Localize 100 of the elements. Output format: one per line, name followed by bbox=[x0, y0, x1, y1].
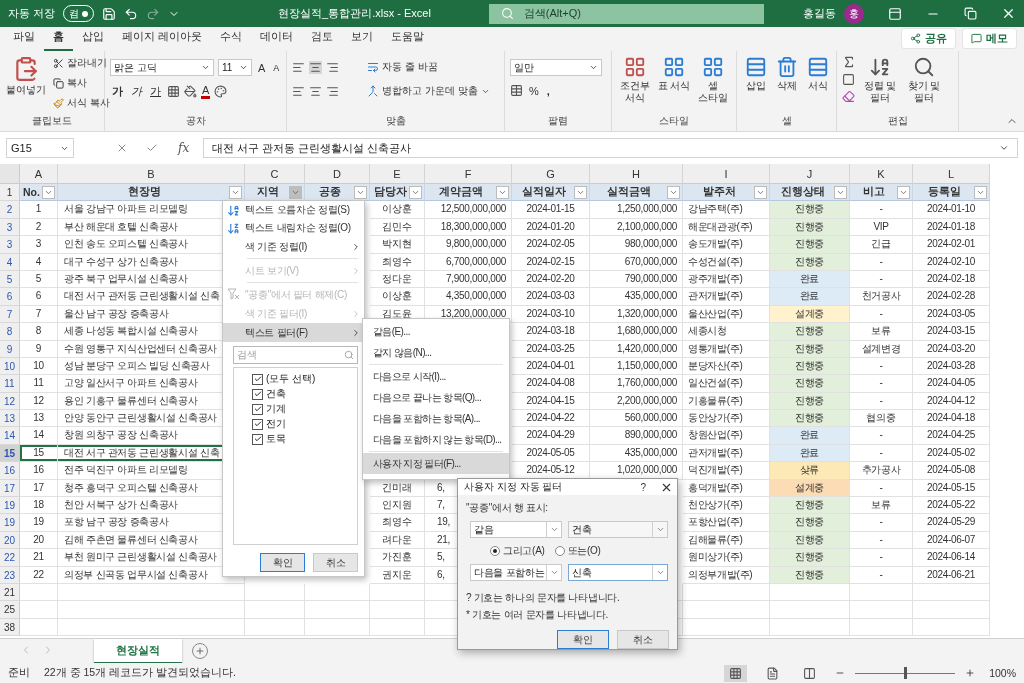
filter-button[interactable] bbox=[496, 186, 509, 199]
percent-button[interactable]: % bbox=[527, 84, 541, 97]
user-avatar[interactable]: 홍 bbox=[844, 3, 864, 24]
row-header[interactable]: 19 bbox=[0, 497, 20, 515]
column-header[interactable]: G bbox=[512, 164, 590, 184]
ribbon-tab[interactable]: 도움말 bbox=[382, 29, 434, 51]
menu-item[interactable]: 사용자 지정 필터(F)... bbox=[363, 453, 509, 474]
column-header[interactable]: J bbox=[770, 164, 850, 184]
cells-button[interactable]: 서식 bbox=[804, 55, 831, 93]
checkbox[interactable] bbox=[252, 388, 263, 400]
eraser-icon[interactable] bbox=[842, 90, 856, 103]
align-center-icon[interactable] bbox=[309, 84, 322, 98]
find-button[interactable]: 찾기 및 필터 bbox=[904, 55, 944, 105]
filter-button[interactable] bbox=[974, 186, 987, 199]
row-header[interactable]: 2 bbox=[0, 201, 20, 219]
name-box[interactable]: G15 bbox=[6, 138, 74, 158]
help-button[interactable]: ? bbox=[630, 481, 656, 493]
ribbon-tab[interactable]: 삽입 bbox=[73, 29, 113, 51]
filter-button[interactable] bbox=[354, 186, 367, 199]
filter-button[interactable] bbox=[754, 186, 767, 199]
row-header[interactable]: 25 bbox=[0, 601, 20, 619]
checkbox[interactable] bbox=[252, 373, 263, 385]
number-format-field[interactable]: 일만 bbox=[510, 59, 602, 76]
zoom-thumb[interactable] bbox=[904, 667, 908, 679]
row-header[interactable]: 16 bbox=[0, 462, 20, 480]
paste-button[interactable]: 붙여넣기 bbox=[5, 55, 47, 97]
column-header[interactable]: B bbox=[58, 164, 245, 184]
column-header[interactable]: K bbox=[850, 164, 913, 184]
styles-button[interactable]: 셀 스타일 bbox=[695, 55, 731, 105]
menu-item[interactable]: 다음으로 시작(I)... bbox=[363, 366, 509, 387]
grow-font-button[interactable]: A bbox=[256, 61, 268, 74]
filter-button[interactable] bbox=[667, 186, 680, 199]
bold-button[interactable]: 가 bbox=[110, 84, 125, 99]
comma-button[interactable]: , bbox=[544, 84, 552, 97]
ribbon-tab[interactable]: 파일 bbox=[4, 29, 44, 51]
menu-item[interactable]: 같음(E)... bbox=[363, 321, 509, 342]
shrink-font-button[interactable]: A bbox=[271, 62, 282, 73]
styles-button[interactable]: 조건부 서식 bbox=[617, 55, 653, 105]
search-field[interactable]: 검색(Alt+Q) bbox=[488, 3, 764, 24]
ribbon-tab[interactable]: 검토 bbox=[302, 29, 343, 51]
cut-button[interactable]: 잘라내기 bbox=[51, 55, 112, 71]
menu-item[interactable]: 텍스트 필터(F) bbox=[223, 323, 364, 342]
row-header[interactable]: 11 bbox=[0, 375, 20, 393]
wrap-text-button[interactable]: 자동 줄 바꿈 bbox=[365, 59, 440, 75]
checkbox[interactable] bbox=[252, 403, 263, 415]
operator-select[interactable]: 다음을 포함하는 bbox=[470, 564, 562, 581]
palette-icon[interactable] bbox=[214, 85, 228, 98]
menu-item[interactable]: 다음을 포함하는 항목(A)... bbox=[363, 408, 509, 429]
menu-item[interactable]: 다음을 포함하지 않는 항목(D)... bbox=[363, 429, 509, 450]
row-header[interactable]: 19 bbox=[0, 514, 20, 532]
align-top-icon[interactable] bbox=[292, 60, 305, 74]
styles-button[interactable]: 표 서식 bbox=[656, 55, 692, 93]
merge-center-button[interactable]: 병합하고 가운데 맞춤 bbox=[365, 83, 492, 99]
dialog-button[interactable]: 취소 bbox=[313, 553, 358, 572]
fill-color-icon[interactable] bbox=[184, 85, 197, 98]
radio-button[interactable] bbox=[490, 546, 500, 556]
close-icon[interactable] bbox=[1001, 6, 1016, 21]
column-header[interactable]: F bbox=[425, 164, 512, 184]
font-size-field[interactable]: 11 bbox=[218, 59, 252, 76]
align-bottom-icon[interactable] bbox=[326, 60, 339, 74]
row-header[interactable]: 22 bbox=[0, 549, 20, 567]
column-header[interactable]: I bbox=[683, 164, 770, 184]
save-icon[interactable] bbox=[102, 6, 117, 21]
align-left-icon[interactable] bbox=[292, 84, 305, 98]
ribbon-tab[interactable]: 데이터 bbox=[251, 29, 303, 51]
normal-view-icon[interactable] bbox=[724, 664, 748, 682]
sheet-tab[interactable]: 현장실적 bbox=[94, 639, 182, 664]
column-header[interactable]: C bbox=[245, 164, 305, 184]
autosum-icon[interactable] bbox=[842, 55, 856, 69]
comments-button[interactable]: 메모 bbox=[962, 28, 1017, 49]
align-middle-icon[interactable] bbox=[309, 60, 322, 74]
filter-button[interactable] bbox=[834, 186, 847, 199]
insert-function-label[interactable]: fx bbox=[170, 141, 198, 155]
copy-button[interactable]: 복사 bbox=[51, 75, 112, 91]
dialog-button[interactable]: 취소 bbox=[617, 630, 669, 649]
filter-button[interactable] bbox=[409, 186, 422, 199]
ribbon-tab[interactable]: 수식 bbox=[211, 29, 252, 51]
ribbon-display-icon[interactable] bbox=[888, 6, 902, 21]
sort-filter-button[interactable]: 정렬 및 필터 bbox=[860, 55, 900, 105]
checkbox[interactable] bbox=[252, 433, 263, 445]
row-header[interactable]: 3 bbox=[0, 236, 20, 254]
menu-item[interactable]: 다음으로 끝나는 항목(Q)... bbox=[363, 387, 509, 408]
formula-field[interactable]: 대전 서구 관저동 근린생활시설 신축공사 bbox=[203, 138, 1018, 158]
format-painter-button[interactable]: 서식 복사 bbox=[51, 95, 112, 111]
row-header[interactable]: 8 bbox=[0, 323, 20, 341]
filter-button[interactable] bbox=[42, 186, 55, 199]
zoom-in-icon[interactable] bbox=[965, 668, 976, 678]
undo-icon[interactable] bbox=[124, 6, 139, 21]
underline-button[interactable]: 가 bbox=[148, 84, 163, 99]
ribbon-tab[interactable]: 페이지 레이아웃 bbox=[113, 29, 212, 51]
checkbox[interactable] bbox=[252, 418, 263, 430]
menu-item[interactable]: 같지 않음(N)... bbox=[363, 342, 509, 363]
restore-icon[interactable] bbox=[964, 7, 977, 20]
column-header[interactable]: E bbox=[370, 164, 425, 184]
column-header[interactable]: L bbox=[913, 164, 990, 184]
filter-button[interactable] bbox=[229, 186, 242, 199]
borders-icon[interactable] bbox=[167, 85, 180, 98]
redo-icon[interactable] bbox=[146, 6, 161, 21]
dialog-button[interactable]: 확인 bbox=[260, 553, 305, 572]
row-header[interactable]: 13 bbox=[0, 410, 20, 428]
